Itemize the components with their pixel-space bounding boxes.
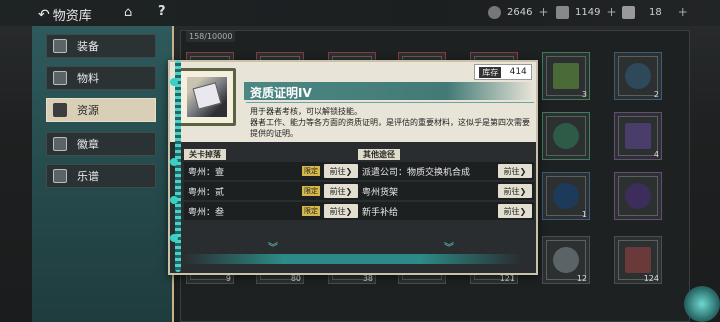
- goto-button[interactable]: 前往 ❯: [498, 204, 532, 218]
- stock-box: 库存 414: [474, 64, 532, 80]
- goto-button[interactable]: 前往 ❯: [324, 164, 358, 178]
- other-source-header: 其他途径: [358, 148, 400, 160]
- back-arrow-icon: ↶: [38, 6, 50, 23]
- limited-badge: 限定: [302, 166, 320, 176]
- item-detail-popup: 资质证明IV 库存 414 用于器者考核，可以解锁技能。 器者工作、能力等各方面…: [168, 60, 538, 275]
- badge-icon: [53, 137, 67, 151]
- add-ticket-button[interactable]: +: [606, 5, 616, 19]
- inventory-item[interactable]: 12: [542, 236, 590, 284]
- source-row: 粤州：贰 限定 前往 ❯: [184, 182, 360, 200]
- limited-badge: 限定: [302, 206, 320, 216]
- menu-orb-icon[interactable]: [684, 286, 720, 322]
- stock-value: 414: [509, 67, 527, 77]
- stock-label: 库存: [479, 66, 502, 78]
- sidebar-item-equipment[interactable]: 装备: [46, 34, 156, 58]
- description-line-2: 器者工作、能力等各方面的资质证明，是评估的重要材料，这似乎是第四次需要提供的证明…: [250, 118, 530, 138]
- equipment-icon: [53, 39, 67, 53]
- currency-ore: 18 +: [622, 5, 688, 19]
- scroll-indicator-bar: [182, 254, 522, 264]
- description-line-1: 用于器者考核，可以解锁技能。: [250, 107, 362, 116]
- double-chevron-down-icon[interactable]: ︾: [248, 238, 298, 254]
- goto-button[interactable]: 前往 ❯: [498, 184, 532, 198]
- inventory-item[interactable]: [542, 112, 590, 160]
- stage-drop-header: 关卡掉落: [184, 148, 226, 160]
- sidebar-item-material[interactable]: 物料: [46, 66, 156, 90]
- title-underline: [246, 102, 534, 103]
- goto-button[interactable]: 前往 ❯: [324, 184, 358, 198]
- sidebar-item-music[interactable]: 乐谱: [46, 164, 156, 188]
- goto-button[interactable]: 前往 ❯: [324, 204, 358, 218]
- currency-coin: 2646 +: [488, 5, 549, 19]
- help-icon[interactable]: ?: [158, 4, 166, 19]
- source-row: 粤州货架 前往 ❯: [358, 182, 534, 200]
- source-row: 粤州：壹 限定 前往 ❯: [184, 162, 360, 180]
- binding-ring: [170, 234, 178, 242]
- ticket-icon: [556, 5, 569, 19]
- sidebar-item-resource[interactable]: 资源: [46, 98, 156, 122]
- limited-badge: 限定: [302, 186, 320, 196]
- material-icon: [53, 71, 67, 85]
- page-title: 物资库: [52, 9, 92, 24]
- add-coin-button[interactable]: +: [538, 5, 548, 19]
- source-row: 新手补给 前往 ❯: [358, 202, 534, 220]
- home-icon[interactable]: ⌂: [124, 5, 132, 20]
- source-row: 派遣公司：物质交换机合成 前往 ❯: [358, 162, 534, 180]
- item-icon-frame: [178, 68, 236, 126]
- ore-icon: [622, 5, 635, 19]
- top-bar: ↶ 物资库 ⌂ ? 2646 + 1149 + 18 +: [0, 0, 720, 26]
- inventory-count: 158/10000: [186, 31, 236, 42]
- double-chevron-down-icon[interactable]: ︾: [424, 238, 474, 254]
- source-row: 粤州：叁 限定 前往 ❯: [184, 202, 360, 220]
- popup-header: 资质证明IV 库存 414 用于器者考核，可以解锁技能。 器者工作、能力等各方面…: [170, 62, 536, 140]
- binding-ring: [170, 78, 178, 86]
- add-ore-button[interactable]: +: [678, 5, 688, 19]
- goto-button[interactable]: 前往 ❯: [498, 164, 532, 178]
- sources-panel: 关卡掉落 粤州：壹 限定 前往 ❯ 粤州：贰 限定 前往 ❯ 粤州：叁 限定 前…: [170, 142, 536, 273]
- inventory-item[interactable]: 4: [614, 112, 662, 160]
- currency-ticket: 1149 +: [556, 5, 617, 19]
- sidebar-item-badge[interactable]: 徽章: [46, 132, 156, 156]
- inventory-item[interactable]: 2: [614, 52, 662, 100]
- item-title: 资质证明IV: [250, 86, 312, 100]
- resource-icon: [53, 103, 67, 117]
- music-icon: [53, 169, 67, 183]
- inventory-item[interactable]: 1: [542, 172, 590, 220]
- binding-ring: [170, 158, 178, 166]
- binding-ring: [170, 196, 178, 204]
- inventory-item[interactable]: [614, 172, 662, 220]
- back-button[interactable]: ↶ 物资库: [38, 5, 92, 25]
- item-description: 用于器者考核，可以解锁技能。 器者工作、能力等各方面的资质证明，是评估的重要材料…: [250, 106, 532, 139]
- coin-icon: [488, 5, 501, 19]
- inventory-item[interactable]: 124: [614, 236, 662, 284]
- inventory-item[interactable]: 3: [542, 52, 590, 100]
